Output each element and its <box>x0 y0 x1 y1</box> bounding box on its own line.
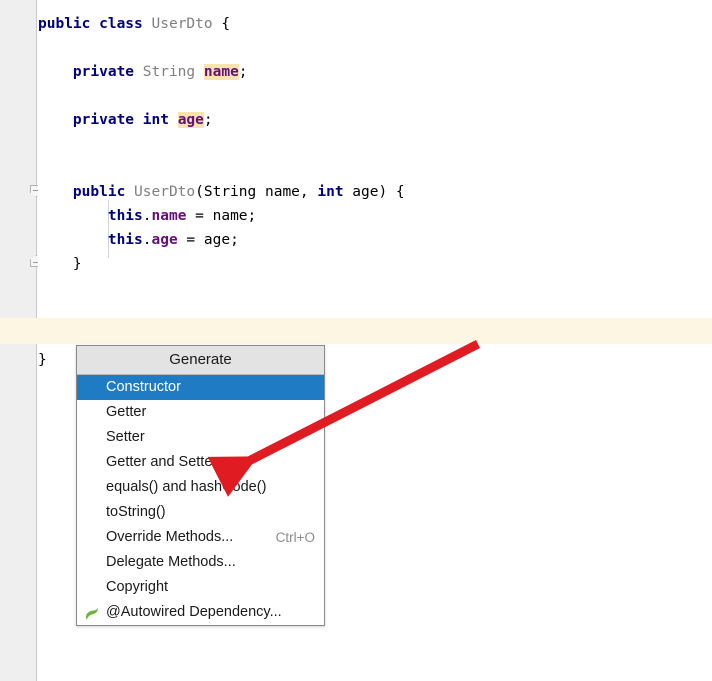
code-token <box>38 232 108 248</box>
code-token: } <box>38 352 47 368</box>
generate-menu-list[interactable]: Constructor Getter Setter Getter and Setter… <box>77 375 324 625</box>
code-token <box>38 208 108 224</box>
code-token: private <box>73 112 143 128</box>
menu-item-getter-and-setter[interactable]: Getter and Setter <box>77 450 324 475</box>
menu-item-label: Getter <box>106 404 146 420</box>
code-token: int <box>143 112 178 128</box>
menu-item-label: equals() and hashCode() <box>106 479 266 495</box>
code-token: = name; <box>195 208 256 224</box>
menu-item-copyright[interactable]: Copyright <box>77 575 324 600</box>
code-token: this <box>108 232 143 248</box>
ide-editor-screen: public class UserDto { private String na… <box>0 0 712 681</box>
highlighted-identifier: name <box>204 64 239 80</box>
code-line: public UserDto(String name, int age) { <box>38 180 405 204</box>
menu-item-equals-and-hashcode[interactable]: equals() and hashCode() <box>77 475 324 500</box>
menu-item-tostring[interactable]: toString() <box>77 500 324 525</box>
code-line: public class UserDto { <box>38 12 230 36</box>
code-line: private int age; <box>38 108 213 132</box>
code-line: this.name = name; <box>38 204 256 228</box>
code-token: public <box>73 184 134 200</box>
code-token: String <box>143 64 204 80</box>
menu-item-label: Delegate Methods... <box>106 554 236 570</box>
generate-popup-menu[interactable]: Generate Constructor Getter Setter Getter a… <box>76 345 325 626</box>
code-token: . <box>143 232 152 248</box>
highlighted-identifier: age <box>178 112 204 128</box>
menu-item-setter[interactable]: Setter <box>77 425 324 450</box>
menu-item-label: Copyright <box>106 579 168 595</box>
code-token <box>38 112 73 128</box>
menu-item-delegate-methods[interactable]: Delegate Methods... <box>77 550 324 575</box>
code-token: UserDto <box>134 184 195 200</box>
menu-item-label: Getter and Setter <box>106 454 217 470</box>
code-token: { <box>221 16 230 32</box>
menu-item-override-methods[interactable]: Override Methods... Ctrl+O <box>77 525 324 550</box>
code-token: public <box>38 16 99 32</box>
menu-item-label: toString() <box>106 504 166 520</box>
code-token: age) { <box>352 184 404 200</box>
code-token: name <box>152 208 196 224</box>
menu-item-label: Constructor <box>106 379 181 395</box>
menu-item-shortcut: Ctrl+O <box>276 525 315 550</box>
spring-leaf-icon <box>84 605 100 620</box>
code-token: age <box>152 232 187 248</box>
popup-title: Generate <box>77 346 324 375</box>
code-token: . <box>143 208 152 224</box>
menu-item-label: @Autowired Dependency... <box>106 604 282 620</box>
code-token: ; <box>204 112 213 128</box>
code-token: ; <box>239 64 248 80</box>
code-token: } <box>38 256 82 272</box>
menu-item-autowired-dependency[interactable]: @Autowired Dependency... <box>77 600 324 625</box>
code-token: = age; <box>186 232 238 248</box>
caret-line-highlight <box>0 318 712 344</box>
code-token: (String name, <box>195 184 317 200</box>
code-token: UserDto <box>152 16 222 32</box>
code-token: this <box>108 208 143 224</box>
code-token: class <box>99 16 151 32</box>
menu-item-label: Setter <box>106 429 145 445</box>
code-token: private <box>73 64 143 80</box>
code-line: } <box>38 348 47 372</box>
code-token: int <box>317 184 352 200</box>
code-token <box>38 64 73 80</box>
code-token <box>38 184 73 200</box>
menu-item-getter[interactable]: Getter <box>77 400 324 425</box>
code-line: } <box>38 252 82 276</box>
menu-item-label: Override Methods... <box>106 529 233 545</box>
code-line: private String name; <box>38 60 248 84</box>
menu-item-constructor[interactable]: Constructor <box>77 375 324 400</box>
code-line: this.age = age; <box>38 228 239 252</box>
